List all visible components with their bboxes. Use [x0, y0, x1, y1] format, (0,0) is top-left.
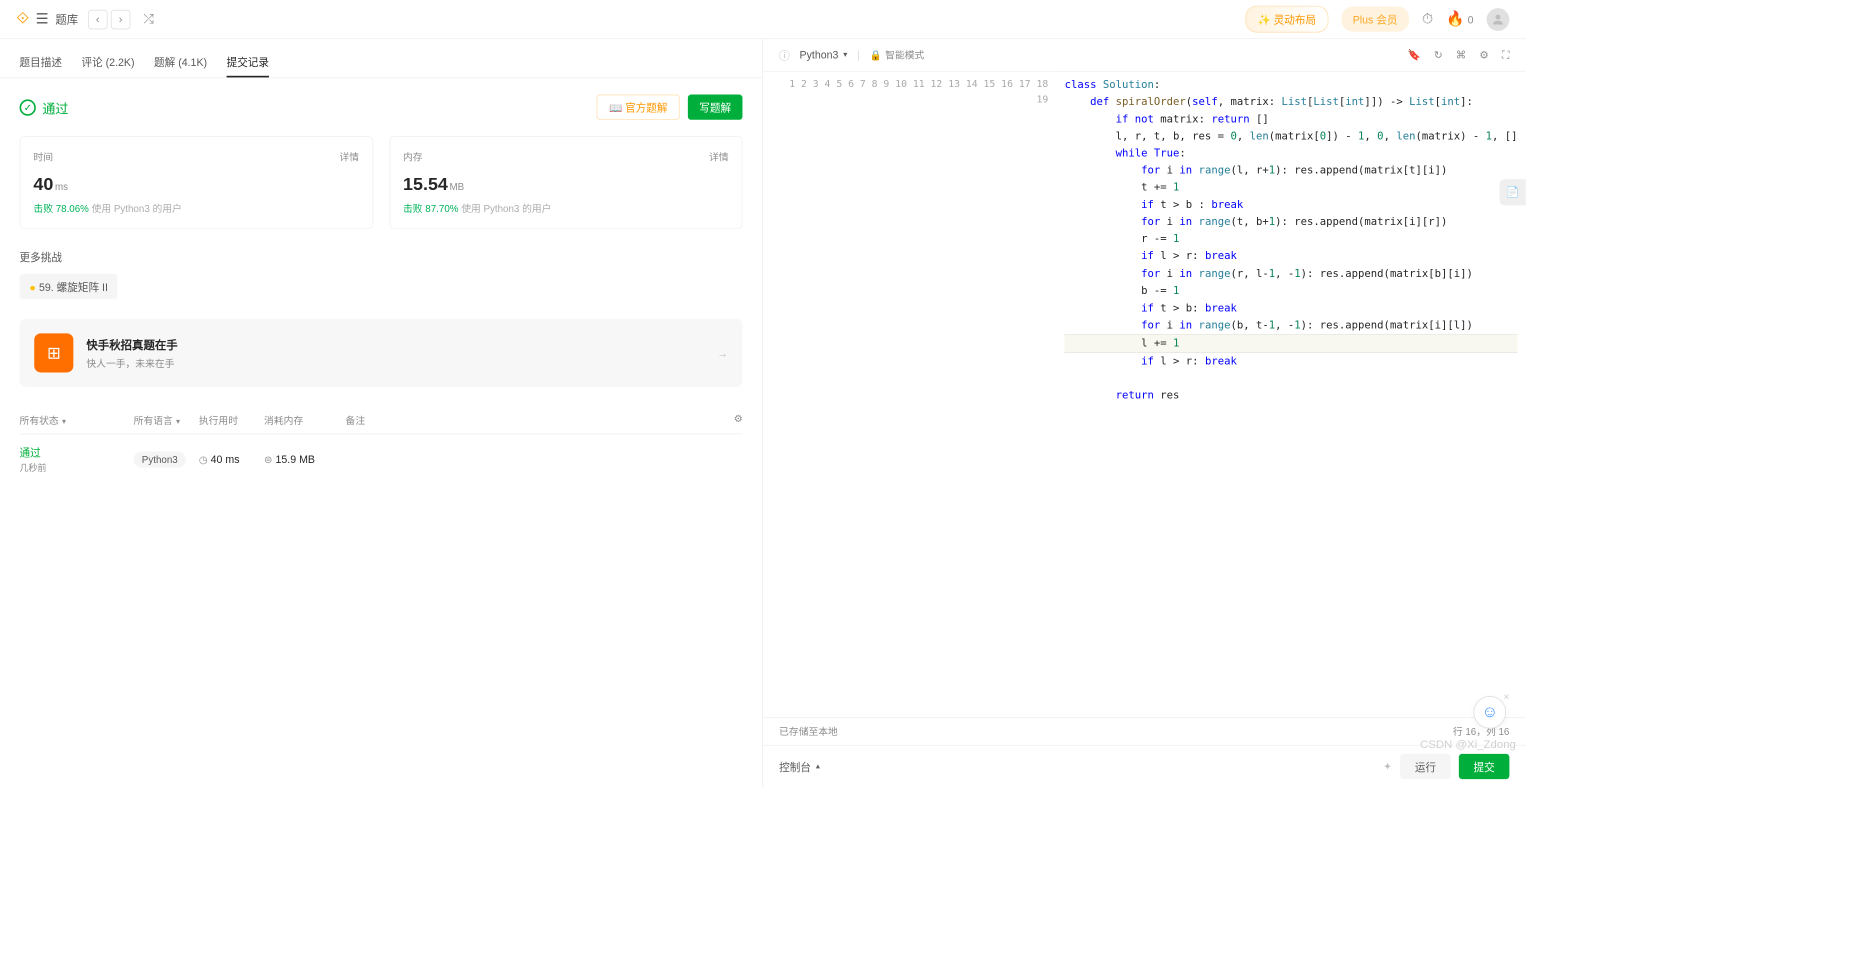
settings-icon[interactable]: ⚙	[1479, 48, 1488, 61]
editor-toolbar: ⓘ Python3▾ | 🔒智能模式 🔖 ↻ ⌘ ⚙ ⛶	[763, 39, 1526, 72]
write-solution-button[interactable]: 写题解	[688, 95, 743, 120]
chat-close-icon[interactable]: ×	[1504, 691, 1510, 702]
submissions-table-header: 所有状态▾ 所有语言▾ 执行用时 消耗内存 备注 ⚙	[20, 407, 743, 435]
promo-icon: ⊞	[34, 333, 73, 372]
tab-solutions[interactable]: 题解 (4.1K)	[154, 47, 207, 77]
runtime-label: 时间	[33, 150, 53, 164]
line-gutter: 1 2 3 4 5 6 7 8 9 10 11 12 13 14 15 16 1…	[763, 72, 1057, 717]
gear-icon[interactable]: ⚙	[723, 413, 743, 427]
keyboard-icon[interactable]: ⌘	[1456, 48, 1467, 61]
plus-member-button[interactable]: Plus 会员	[1341, 7, 1409, 32]
app-header: ⟐ ☰ 题库 ‹ › ⤮ ✨ 灵动布局 Plus 会员 ⏱ 🔥 0	[0, 0, 1526, 39]
info-icon[interactable]: ⓘ	[779, 47, 790, 62]
floating-layout-button[interactable]: ✨ 灵动布局	[1245, 6, 1328, 33]
avatar[interactable]	[1487, 8, 1510, 31]
official-solution-button[interactable]: 📖 官方题解	[597, 95, 680, 120]
tab-comments[interactable]: 评论 (2.2K)	[82, 47, 135, 77]
submission-status: 通过	[20, 444, 134, 459]
status-filter[interactable]: 所有状态▾	[20, 415, 66, 426]
smart-mode[interactable]: 🔒智能模式	[870, 48, 925, 62]
submit-button[interactable]: 提交	[1459, 754, 1510, 779]
fire-icon: 🔥	[1446, 11, 1464, 27]
lang-filter[interactable]: 所有语言▾	[134, 415, 180, 426]
promo-card[interactable]: ⊞ 快手秋招真题在手 快人一手，未来在手 →	[20, 319, 743, 387]
side-panel-toggle[interactable]: 📄	[1500, 179, 1526, 205]
submission-runtime: 40 ms	[211, 453, 240, 465]
runtime-card: 时间详情 40ms 击败 78.06% 使用 Python3 的用户	[20, 136, 373, 229]
more-challenges-title: 更多挑战	[20, 249, 743, 264]
run-button[interactable]: 运行	[1400, 754, 1451, 779]
saved-status: 已存储至本地	[779, 725, 838, 739]
runtime-detail-link[interactable]: 详情	[339, 150, 359, 164]
status-accepted: ✓通过	[20, 97, 69, 117]
memory-detail-link[interactable]: 详情	[709, 150, 729, 164]
memory-label: 内存	[403, 150, 423, 164]
language-select[interactable]: Python3▾	[800, 49, 848, 61]
bookmark-icon[interactable]: 🔖	[1408, 48, 1421, 61]
list-icon[interactable]: ☰	[36, 11, 49, 28]
runtime-value: 40	[33, 174, 53, 194]
submission-time-ago: 几秒前	[20, 461, 134, 474]
memory-beats: 击败 87.70% 使用 Python3 的用户	[403, 201, 729, 215]
arrow-right-icon: →	[717, 347, 728, 359]
leetcode-logo-icon[interactable]: ⟐	[16, 10, 29, 29]
breadcrumb-title[interactable]: 题库	[55, 11, 78, 27]
promo-title: 快手秋招真题在手	[86, 336, 177, 352]
col-memory: 消耗内存	[264, 413, 346, 427]
submission-row[interactable]: 通过几秒前 Python3 ◷40 ms ⊜ 15.9 MB	[20, 434, 743, 484]
shuffle-icon[interactable]: ⤮	[143, 12, 153, 27]
fire-counter[interactable]: 🔥 0	[1446, 11, 1473, 28]
submission-memory: 15.9 MB	[276, 453, 315, 465]
editor-footer: 已存储至本地 行 16，列 16	[763, 717, 1526, 745]
next-problem-button[interactable]: ›	[111, 9, 131, 29]
tab-description[interactable]: 题目描述	[20, 47, 62, 77]
right-panel: ⓘ Python3▾ | 🔒智能模式 🔖 ↻ ⌘ ⚙ ⛶ 1 2 3 4 5 6…	[763, 39, 1526, 787]
reset-icon[interactable]: ↻	[1434, 48, 1443, 61]
bottom-bar: 控制台▴ ✦ 运行 提交	[763, 745, 1526, 787]
clock-icon: ◷	[199, 454, 208, 465]
prev-problem-button[interactable]: ‹	[88, 9, 108, 29]
code-content[interactable]: class Solution: def spiralOrder(self, ma…	[1056, 72, 1525, 717]
col-runtime: 执行用时	[199, 413, 264, 427]
star-icon[interactable]: ✦	[1383, 760, 1392, 773]
memory-card: 内存详情 15.54MB 击败 87.70% 使用 Python3 的用户	[389, 136, 742, 229]
timer-icon[interactable]: ⏱	[1422, 11, 1433, 28]
lock-icon: 🔒	[870, 49, 882, 60]
check-circle-icon: ✓	[20, 99, 36, 115]
tab-submissions[interactable]: 提交记录	[227, 47, 269, 77]
code-editor[interactable]: 1 2 3 4 5 6 7 8 9 10 11 12 13 14 15 16 1…	[763, 72, 1526, 717]
submission-lang: Python3	[134, 452, 186, 468]
col-note: 备注	[346, 413, 723, 427]
console-toggle[interactable]: 控制台▴	[779, 759, 820, 774]
left-panel: 题目描述 评论 (2.2K) 题解 (4.1K) 提交记录 ✓通过 📖 官方题解…	[0, 39, 763, 787]
challenge-link[interactable]: ●59. 螺旋矩阵 II	[20, 274, 118, 299]
runtime-beats: 击败 78.06% 使用 Python3 的用户	[33, 201, 359, 215]
fullscreen-icon[interactable]: ⛶	[1502, 48, 1509, 61]
memory-value: 15.54	[403, 174, 448, 194]
promo-subtitle: 快人一手，未来在手	[86, 356, 177, 370]
chat-fab[interactable]: ☺	[1474, 696, 1507, 729]
database-icon: ⊜	[264, 454, 272, 465]
tabs: 题目描述 评论 (2.2K) 题解 (4.1K) 提交记录	[0, 39, 762, 78]
